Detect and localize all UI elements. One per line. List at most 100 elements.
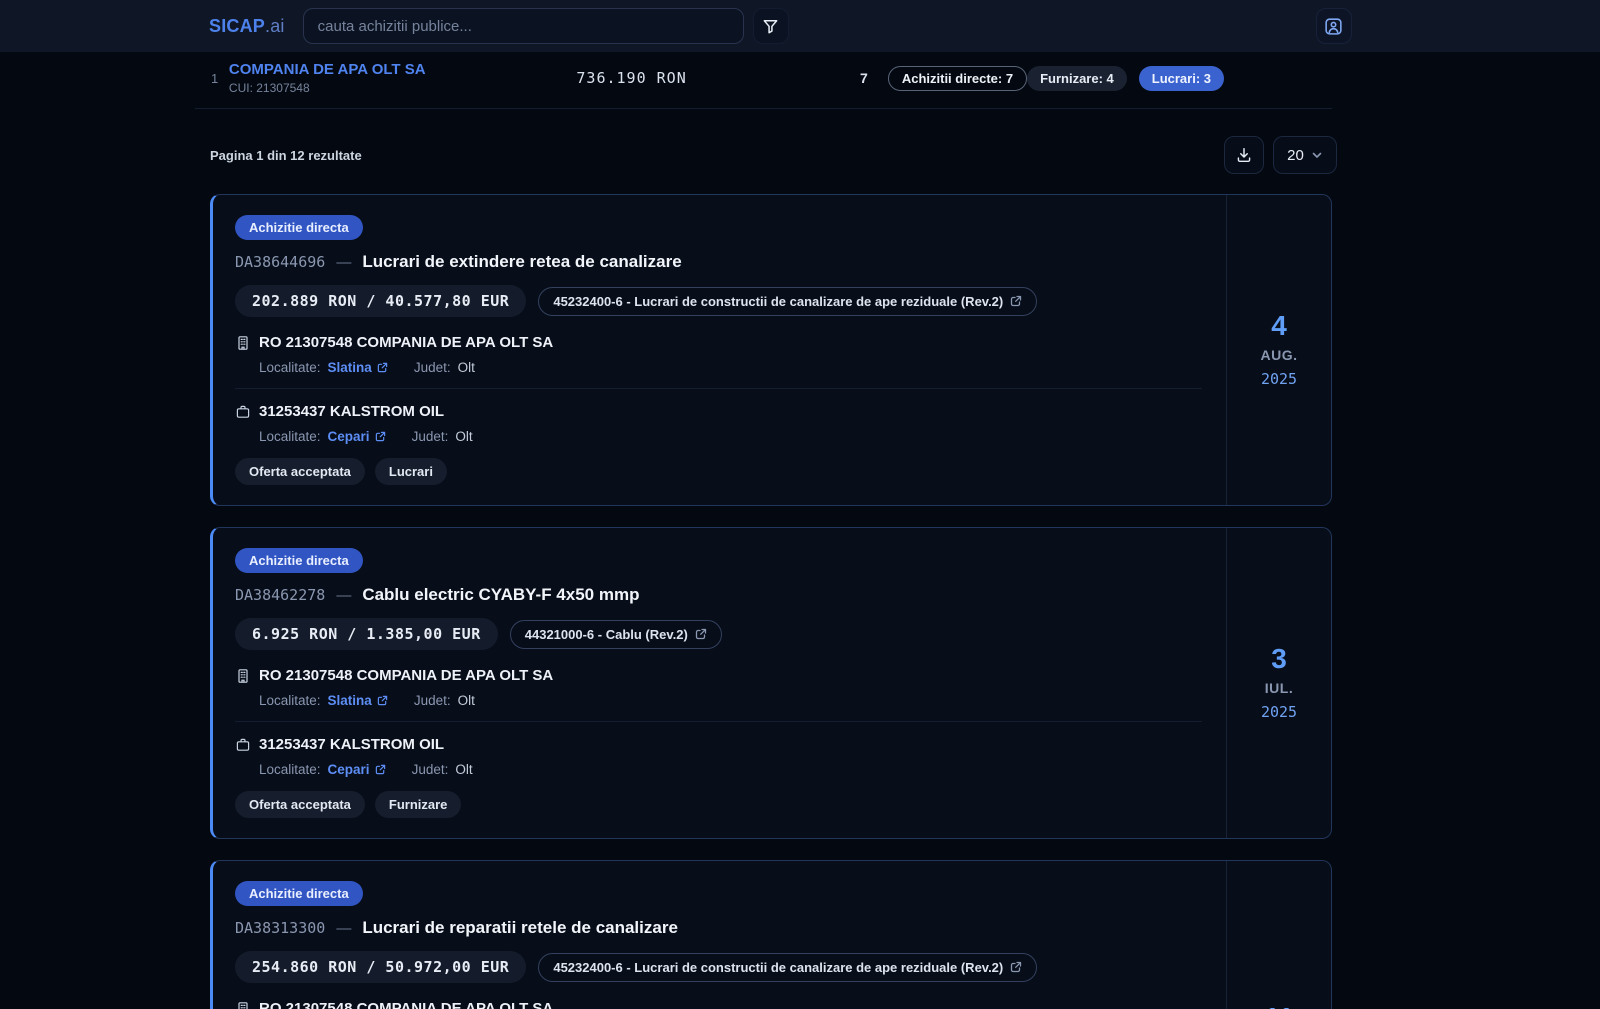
app-logo[interactable]: SICAP.ai <box>209 16 285 37</box>
authority-summary-row: 1 COMPANIA DE APA OLT SA CUI: 21307548 7… <box>195 52 1332 109</box>
external-link-icon <box>377 695 388 706</box>
page-size-select[interactable]: 20 <box>1273 136 1337 174</box>
pagination-info: Pagina 1 din 12 rezultate <box>195 148 362 163</box>
building-icon <box>235 1001 251 1009</box>
supplier-locality-link[interactable]: Cepari <box>328 762 386 777</box>
date-day: 11 <box>1264 1004 1294 1009</box>
category-tag: Furnizare <box>375 791 462 818</box>
external-link-icon <box>375 431 386 442</box>
date-month: IUL. <box>1265 680 1293 696</box>
card-date: 3 IUL. 2025 <box>1226 528 1331 838</box>
building-icon <box>235 668 251 684</box>
separator: — <box>336 587 351 604</box>
status-tag: Oferta acceptata <box>235 458 365 485</box>
card-divider <box>235 721 1202 722</box>
procurement-card[interactable]: Achizitie directa DA38313300 — Lucrari d… <box>210 860 1332 1009</box>
buyer-locality: Slatina <box>328 693 372 708</box>
external-link-icon <box>375 764 386 775</box>
logo-brand: SICAP <box>209 16 265 36</box>
supplier-county: Olt <box>455 429 472 444</box>
row-index: 1 <box>195 71 229 86</box>
authority-total-value: 736.190 RON <box>523 69 740 87</box>
cpv-code-pill[interactable]: 44321000-6 - Cablu (Rev.2) <box>510 620 722 649</box>
localitate-label: Localitate: <box>259 360 321 375</box>
search-box[interactable] <box>303 8 744 44</box>
date-month: AUG. <box>1261 347 1298 363</box>
main-content: 1 COMPANIA DE APA OLT SA CUI: 21307548 7… <box>195 52 1332 1009</box>
procurement-id: DA38644696 <box>235 253 325 271</box>
supplier-name[interactable]: 31253437 KALSTROM OIL <box>259 736 444 753</box>
external-link-icon <box>695 628 707 640</box>
buyer-locality-link[interactable]: Slatina <box>328 360 388 375</box>
judet-label: Judet: <box>412 429 449 444</box>
date-year: 2025 <box>1261 703 1297 721</box>
card-divider <box>235 388 1202 389</box>
supplier-locality: Cepari <box>328 762 370 777</box>
external-link-icon <box>1010 961 1022 973</box>
user-badge-icon <box>1323 16 1344 37</box>
logo-suffix: .ai <box>265 16 285 36</box>
card-date: 4 AUG. 2025 <box>1226 195 1331 505</box>
page-size-value: 20 <box>1287 147 1304 164</box>
results-toolbar: Pagina 1 din 12 rezultate 20 <box>195 136 1332 174</box>
procurement-title[interactable]: Cablu electric CYABY-F 4x50 mmp <box>362 585 639 605</box>
separator: — <box>336 254 351 271</box>
funnel-icon <box>761 17 780 36</box>
cpv-code-pill[interactable]: 45232400-6 - Lucrari de constructii de c… <box>538 287 1037 316</box>
procurement-type-badge[interactable]: Achizitie directa <box>235 548 363 573</box>
price-pill: 202.889 RON / 40.577,80 EUR <box>235 285 526 317</box>
buyer-locality-link[interactable]: Slatina <box>328 693 388 708</box>
judet-label: Judet: <box>414 360 451 375</box>
external-link-icon <box>377 362 388 373</box>
procurement-id: DA38462278 <box>235 586 325 604</box>
procurement-type-badge[interactable]: Achizitie directa <box>235 215 363 240</box>
badge-lucrari[interactable]: Lucrari: 3 <box>1139 66 1224 91</box>
buyer-name[interactable]: RO 21307548 COMPANIA DE APA OLT SA <box>259 667 553 684</box>
briefcase-icon <box>235 404 251 420</box>
procurement-title[interactable]: Lucrari de extindere retea de canalizare <box>362 252 681 272</box>
supplier-name[interactable]: 31253437 KALSTROM OIL <box>259 403 444 420</box>
price-pill: 254.860 RON / 50.972,00 EUR <box>235 951 526 983</box>
authority-contract-count: 7 <box>860 70 868 86</box>
date-year: 2025 <box>1261 370 1297 388</box>
judet-label: Judet: <box>414 693 451 708</box>
authority-link[interactable]: COMPANIA DE APA OLT SA <box>229 61 523 78</box>
date-day: 3 <box>1271 645 1287 673</box>
supplier-county: Olt <box>455 762 472 777</box>
download-icon <box>1235 146 1253 164</box>
localitate-label: Localitate: <box>259 693 321 708</box>
results-list: Achizitie directa DA38644696 — Lucrari d… <box>210 194 1332 1009</box>
search-input[interactable] <box>318 18 729 35</box>
cpv-code-label: 45232400-6 - Lucrari de constructii de c… <box>553 294 1003 309</box>
cpv-code-label: 45232400-6 - Lucrari de constructii de c… <box>553 960 1003 975</box>
download-button[interactable] <box>1224 136 1264 174</box>
cpv-code-pill[interactable]: 45232400-6 - Lucrari de constructii de c… <box>538 953 1037 982</box>
date-day: 4 <box>1271 312 1287 340</box>
building-icon <box>235 335 251 351</box>
badge-achizitii-directe[interactable]: Achizitii directe: 7 <box>888 66 1027 91</box>
judet-label: Judet: <box>412 762 449 777</box>
user-account-button[interactable] <box>1316 8 1352 44</box>
separator: — <box>336 920 351 937</box>
procurement-type-badge[interactable]: Achizitie directa <box>235 881 363 906</box>
external-link-icon <box>1010 295 1022 307</box>
buyer-locality: Slatina <box>328 360 372 375</box>
badge-furnizare[interactable]: Furnizare: 4 <box>1027 66 1127 91</box>
procurement-card[interactable]: Achizitie directa DA38462278 — Cablu ele… <box>210 527 1332 839</box>
localitate-label: Localitate: <box>259 429 321 444</box>
buyer-county: Olt <box>458 360 475 375</box>
filter-button[interactable] <box>753 8 789 44</box>
buyer-name[interactable]: RO 21307548 COMPANIA DE APA OLT SA <box>259 334 553 351</box>
chevron-down-icon <box>1311 149 1323 161</box>
buyer-county: Olt <box>458 693 475 708</box>
procurement-title[interactable]: Lucrari de reparatii retele de canalizar… <box>362 918 678 938</box>
card-date: 11 <box>1226 861 1331 1009</box>
price-pill: 6.925 RON / 1.385,00 EUR <box>235 618 498 650</box>
authority-cui: CUI: 21307548 <box>229 81 523 95</box>
procurement-card[interactable]: Achizitie directa DA38644696 — Lucrari d… <box>210 194 1332 506</box>
supplier-locality: Cepari <box>328 429 370 444</box>
status-tag: Oferta acceptata <box>235 791 365 818</box>
buyer-name[interactable]: RO 21307548 COMPANIA DE APA OLT SA <box>259 1000 553 1009</box>
supplier-locality-link[interactable]: Cepari <box>328 429 386 444</box>
category-tag: Lucrari <box>375 458 447 485</box>
